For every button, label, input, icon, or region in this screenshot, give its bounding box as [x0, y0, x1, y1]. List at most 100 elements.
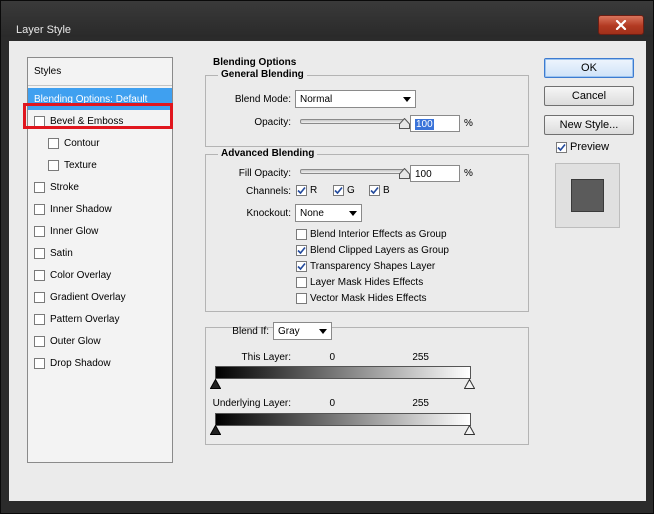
blend-mode-label: Blend Mode:: [234, 94, 291, 105]
title-bar[interactable]: Layer Style: [1, 1, 653, 37]
color-overlay-checkbox[interactable]: [34, 269, 45, 281]
style-item-texture[interactable]: Texture: [28, 154, 172, 176]
style-item-label: Contour: [64, 137, 100, 149]
opacity-value: 100: [415, 119, 434, 130]
gradient-overlay-checkbox[interactable]: [34, 291, 45, 303]
style-preview: [555, 163, 620, 228]
option-vector-mask[interactable]: Vector Mask Hides Effects: [296, 293, 427, 304]
preview-swatch: [571, 179, 604, 212]
style-item-label: Inner Shadow: [50, 203, 112, 215]
style-item-stroke[interactable]: Stroke: [28, 176, 172, 198]
general-blending-legend: General Blending: [218, 69, 307, 80]
cancel-button[interactable]: Cancel: [544, 86, 634, 106]
blend-if-value: Gray: [278, 326, 300, 337]
option-label: Blend Interior Effects as Group: [310, 229, 447, 240]
texture-checkbox[interactable]: [48, 159, 59, 171]
drop-shadow-checkbox[interactable]: [34, 357, 45, 369]
style-item-drop-shadow[interactable]: Drop Shadow: [28, 352, 172, 374]
new-style-button[interactable]: New Style...: [544, 115, 634, 135]
style-item-label: Gradient Overlay: [50, 291, 126, 303]
this-layer-black-slider[interactable]: [210, 379, 221, 389]
knockout-select[interactable]: None: [295, 204, 362, 222]
style-item-inner-glow[interactable]: Inner Glow: [28, 220, 172, 242]
this-layer-min: 0: [329, 352, 335, 363]
opacity-percent: %: [464, 118, 473, 129]
channel-r-checkbox[interactable]: [296, 185, 307, 196]
knockout-label: Knockout:: [246, 208, 291, 219]
this-layer-label: This Layer:: [241, 352, 291, 363]
checkmark-icon: [297, 186, 306, 195]
option-label: Blend Clipped Layers as Group: [310, 245, 449, 256]
channel-b-checkbox[interactable]: [369, 185, 380, 196]
style-item-label: Drop Shadow: [50, 357, 111, 369]
style-item-satin[interactable]: Satin: [28, 242, 172, 264]
preview-checkbox[interactable]: [556, 141, 567, 153]
option-transparency-shapes[interactable]: Transparency Shapes Layer: [296, 261, 435, 272]
inner-shadow-checkbox[interactable]: [34, 203, 45, 215]
option-label: Layer Mask Hides Effects: [310, 277, 424, 288]
style-item-label: Outer Glow: [50, 335, 101, 347]
style-item-inner-shadow[interactable]: Inner Shadow: [28, 198, 172, 220]
layer-style-dialog: Layer Style Styles Blending Options: Def…: [0, 0, 654, 514]
underlying-max: 255: [412, 398, 429, 409]
preview-label: Preview: [570, 141, 610, 153]
blend-interior-checkbox[interactable]: [296, 229, 307, 240]
underlying-black-slider[interactable]: [210, 425, 221, 435]
underlying-layer-gradient: [215, 413, 471, 426]
blend-mode-select[interactable]: Normal: [295, 90, 416, 108]
style-item-label: Color Overlay: [50, 269, 112, 281]
style-item-color-overlay[interactable]: Color Overlay: [28, 264, 172, 286]
satin-checkbox[interactable]: [34, 247, 45, 259]
outer-glow-checkbox[interactable]: [34, 335, 45, 347]
ok-button[interactable]: OK: [544, 58, 634, 78]
inner-glow-checkbox[interactable]: [34, 225, 45, 237]
option-blend-clipped[interactable]: Blend Clipped Layers as Group: [296, 245, 449, 256]
this-layer-white-slider[interactable]: [464, 379, 475, 389]
pattern-overlay-checkbox[interactable]: [34, 313, 45, 325]
channel-b[interactable]: B: [369, 185, 390, 196]
style-item-contour[interactable]: Contour: [28, 132, 172, 154]
fill-opacity-input[interactable]: 100: [410, 165, 460, 182]
style-item-outer-glow[interactable]: Outer Glow: [28, 330, 172, 352]
this-layer-max: 255: [412, 352, 429, 363]
opacity-input[interactable]: 100: [410, 115, 460, 132]
checkmark-icon: [334, 186, 343, 195]
layer-mask-checkbox[interactable]: [296, 277, 307, 288]
stroke-checkbox[interactable]: [34, 181, 45, 193]
option-blend-interior[interactable]: Blend Interior Effects as Group: [296, 229, 447, 240]
close-button[interactable]: [598, 15, 644, 35]
style-item-gradient-overlay[interactable]: Gradient Overlay: [28, 286, 172, 308]
blend-mode-value: Normal: [300, 94, 333, 105]
channel-g-label: G: [347, 185, 355, 196]
channel-r-label: R: [310, 185, 318, 196]
checkmark-icon: [297, 246, 306, 255]
preview-toggle[interactable]: Preview: [556, 141, 609, 153]
style-item-pattern-overlay[interactable]: Pattern Overlay: [28, 308, 172, 330]
opacity-slider-thumb[interactable]: [399, 118, 410, 129]
channel-g[interactable]: G: [333, 185, 355, 196]
vector-mask-checkbox[interactable]: [296, 293, 307, 304]
option-layer-mask[interactable]: Layer Mask Hides Effects: [296, 277, 423, 288]
underlying-layer-label: Underlying Layer:: [212, 398, 291, 409]
underlying-min: 0: [329, 398, 335, 409]
this-layer-gradient: [215, 366, 471, 379]
channel-g-checkbox[interactable]: [333, 185, 344, 196]
advanced-blending-legend: Advanced Blending: [218, 148, 318, 159]
channel-r[interactable]: R: [296, 185, 317, 196]
fill-opacity-percent: %: [464, 168, 473, 179]
transparency-shapes-checkbox[interactable]: [296, 261, 307, 272]
fill-opacity-slider-thumb[interactable]: [399, 168, 410, 179]
highlight-annotation: [23, 103, 173, 129]
close-icon: [615, 20, 627, 30]
fill-opacity-slider[interactable]: [300, 169, 404, 174]
blend-clipped-checkbox[interactable]: [296, 245, 307, 256]
underlying-white-slider[interactable]: [464, 425, 475, 435]
blend-if-label: Blend If:: [232, 326, 269, 337]
checkmark-icon: [557, 143, 566, 151]
option-label: Vector Mask Hides Effects: [310, 293, 427, 304]
blend-if-select[interactable]: Gray: [273, 322, 332, 340]
style-item-label: Stroke: [50, 181, 79, 193]
contour-checkbox[interactable]: [48, 137, 59, 149]
opacity-slider[interactable]: [300, 119, 404, 124]
opacity-label: Opacity:: [254, 117, 291, 128]
